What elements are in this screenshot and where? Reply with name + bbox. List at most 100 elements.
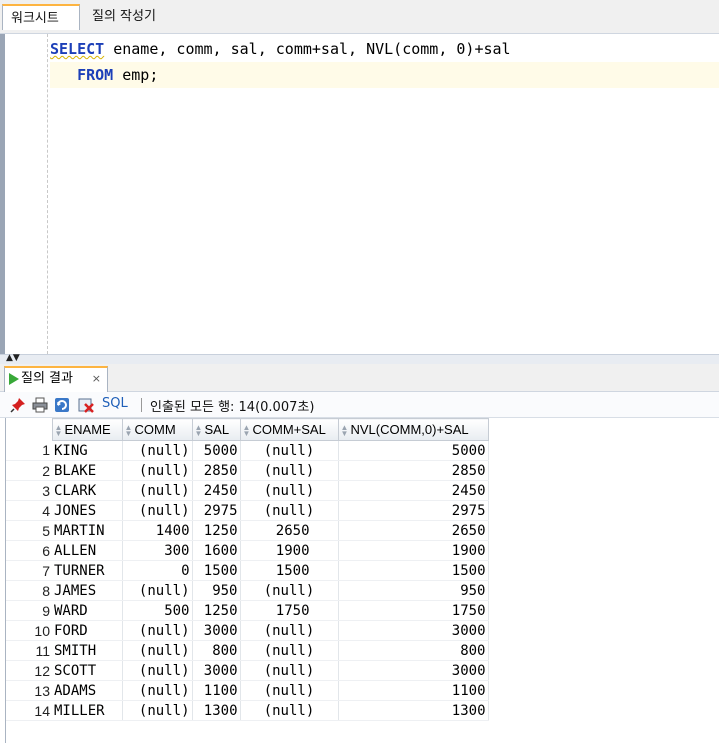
cell-sal[interactable]: 800 [192,640,241,661]
cell-nvl[interactable]: 1900 [338,540,489,561]
cell-nvl[interactable]: 2850 [338,460,489,481]
cell-comm-plus-sal[interactable]: 1750 [240,600,339,621]
cell-comm-plus-sal[interactable]: (null) [240,620,339,641]
column-header-sal[interactable]: ▲ ▼ SAL [191,418,241,441]
cell-comm-plus-sal[interactable]: (null) [240,660,339,681]
cell-comm[interactable]: (null) [122,700,193,721]
tab-query-builder[interactable]: 질의 작성기 [84,4,164,30]
cell-ename[interactable]: ALLEN [52,540,123,561]
tab-worksheet[interactable]: 워크시트 [2,4,80,30]
cell-comm[interactable]: 1400 [122,520,193,541]
cell-ename[interactable]: CLARK [52,480,123,501]
cell-sal[interactable]: 1250 [192,600,241,621]
cell-nvl[interactable]: 1100 [338,680,489,701]
cell-ename[interactable]: SCOTT [52,660,123,681]
cell-sal[interactable]: 2450 [192,480,241,501]
cell-nvl[interactable]: 3000 [338,620,489,641]
cell-nvl[interactable]: 2450 [338,480,489,501]
code-line-2[interactable]: FROM emp; [50,62,719,88]
pin-icon[interactable] [10,397,26,413]
cell-ename[interactable]: MARTIN [52,520,123,541]
cell-comm[interactable]: (null) [122,680,193,701]
table-row[interactable]: 6 ALLEN 300 1600 1900 1900 [6,540,489,561]
cell-sal[interactable]: 1500 [192,560,241,581]
cell-nvl[interactable]: 5000 [338,440,489,461]
cell-comm[interactable]: (null) [122,580,193,601]
cell-sal[interactable]: 1250 [192,520,241,541]
table-row[interactable]: 14 MILLER (null) 1300 (null) 1300 [6,700,489,721]
cell-sal[interactable]: 1600 [192,540,241,561]
refresh-icon[interactable] [54,397,70,413]
cell-sal[interactable]: 5000 [192,440,241,461]
table-row[interactable]: 2 BLAKE (null) 2850 (null) 2850 [6,460,489,481]
sql-button[interactable]: SQL [102,396,128,411]
table-row[interactable]: 1 KING (null) 5000 (null) 5000 [6,440,489,461]
cell-comm-plus-sal[interactable]: 1500 [240,560,339,581]
cell-nvl[interactable]: 3000 [338,660,489,681]
cell-sal[interactable]: 2975 [192,500,241,521]
cell-sal[interactable]: 3000 [192,620,241,641]
cell-comm[interactable]: 300 [122,540,193,561]
table-row[interactable]: 10 FORD (null) 3000 (null) 3000 [6,620,489,641]
cell-ename[interactable]: WARD [52,600,123,621]
code-line-1[interactable]: SELECT ename, comm, sal, comm+sal, NVL(c… [50,36,719,62]
table-row[interactable]: 11 SMITH (null) 800 (null) 800 [6,640,489,661]
cell-comm-plus-sal[interactable]: (null) [240,460,339,481]
cell-comm-plus-sal[interactable]: 2650 [240,520,339,541]
cell-comm[interactable]: (null) [122,640,193,661]
cell-comm-plus-sal[interactable]: 1900 [240,540,339,561]
table-row[interactable]: 5 MARTIN 1400 1250 2650 2650 [6,520,489,541]
cell-comm-plus-sal[interactable]: (null) [240,440,339,461]
cell-comm-plus-sal[interactable]: (null) [240,480,339,501]
table-row[interactable]: 9 WARD 500 1250 1750 1750 [6,600,489,621]
cell-ename[interactable]: MILLER [52,700,123,721]
cell-comm[interactable]: (null) [122,460,193,481]
table-row[interactable]: 3 CLARK (null) 2450 (null) 2450 [6,480,489,501]
cell-ename[interactable]: ADAMS [52,680,123,701]
cell-nvl[interactable]: 800 [338,640,489,661]
print-icon[interactable] [32,397,48,413]
sql-editor[interactable]: SELECT ename, comm, sal, comm+sal, NVL(c… [0,34,719,354]
cell-nvl[interactable]: 2650 [338,520,489,541]
cell-comm[interactable]: (null) [122,620,193,641]
table-row[interactable]: 13 ADAMS (null) 1100 (null) 1100 [6,680,489,701]
cell-sal[interactable]: 1300 [192,700,241,721]
cell-nvl[interactable]: 950 [338,580,489,601]
panel-splitter[interactable]: ▲▼ [0,353,719,364]
cell-comm-plus-sal[interactable]: (null) [240,580,339,601]
tab-query-result[interactable]: 질의 결과 × [4,366,108,392]
cell-nvl[interactable]: 1300 [338,700,489,721]
cell-comm-plus-sal[interactable]: (null) [240,500,339,521]
cell-comm[interactable]: (null) [122,660,193,681]
cell-ename[interactable]: JONES [52,500,123,521]
cell-comm[interactable]: 0 [122,560,193,581]
cell-comm[interactable]: (null) [122,500,193,521]
cell-nvl[interactable]: 1500 [338,560,489,581]
table-row[interactable]: 8 JAMES (null) 950 (null) 950 [6,580,489,601]
cell-ename[interactable]: TURNER [52,560,123,581]
cell-comm-plus-sal[interactable]: (null) [240,700,339,721]
table-row[interactable]: 4 JONES (null) 2975 (null) 2975 [6,500,489,521]
collapse-arrows-icon[interactable]: ▲▼ [6,353,20,363]
cell-sal[interactable]: 1100 [192,680,241,701]
cell-ename[interactable]: BLAKE [52,460,123,481]
table-row[interactable]: 7 TURNER 0 1500 1500 1500 [6,560,489,581]
cell-ename[interactable]: JAMES [52,580,123,601]
cell-ename[interactable]: KING [52,440,123,461]
table-row[interactable]: 12 SCOTT (null) 3000 (null) 3000 [6,660,489,681]
delete-icon[interactable] [78,397,94,413]
cell-nvl[interactable]: 2975 [338,500,489,521]
cell-comm[interactable]: (null) [122,440,193,461]
result-grid[interactable]: ▲ ▼ ENAME ▲ ▼ COMM ▲ ▼ SAL ▲ ▼ COMM+SAL ▲ ▼ NVL(CO… [5,418,719,743]
cell-ename[interactable]: SMITH [52,640,123,661]
cell-nvl[interactable]: 1750 [338,600,489,621]
cell-comm[interactable]: 500 [122,600,193,621]
close-icon[interactable]: × [92,368,101,390]
column-header-ename[interactable]: ▲ ▼ ENAME [51,418,123,441]
cell-comm-plus-sal[interactable]: (null) [240,680,339,701]
column-header-comm-plus-sal[interactable]: ▲ ▼ COMM+SAL [239,418,339,441]
cell-sal[interactable]: 3000 [192,660,241,681]
cell-comm-plus-sal[interactable]: (null) [240,640,339,661]
column-header-nvl[interactable]: ▲ ▼ NVL(COMM,0)+SAL [337,418,489,441]
cell-comm[interactable]: (null) [122,480,193,501]
